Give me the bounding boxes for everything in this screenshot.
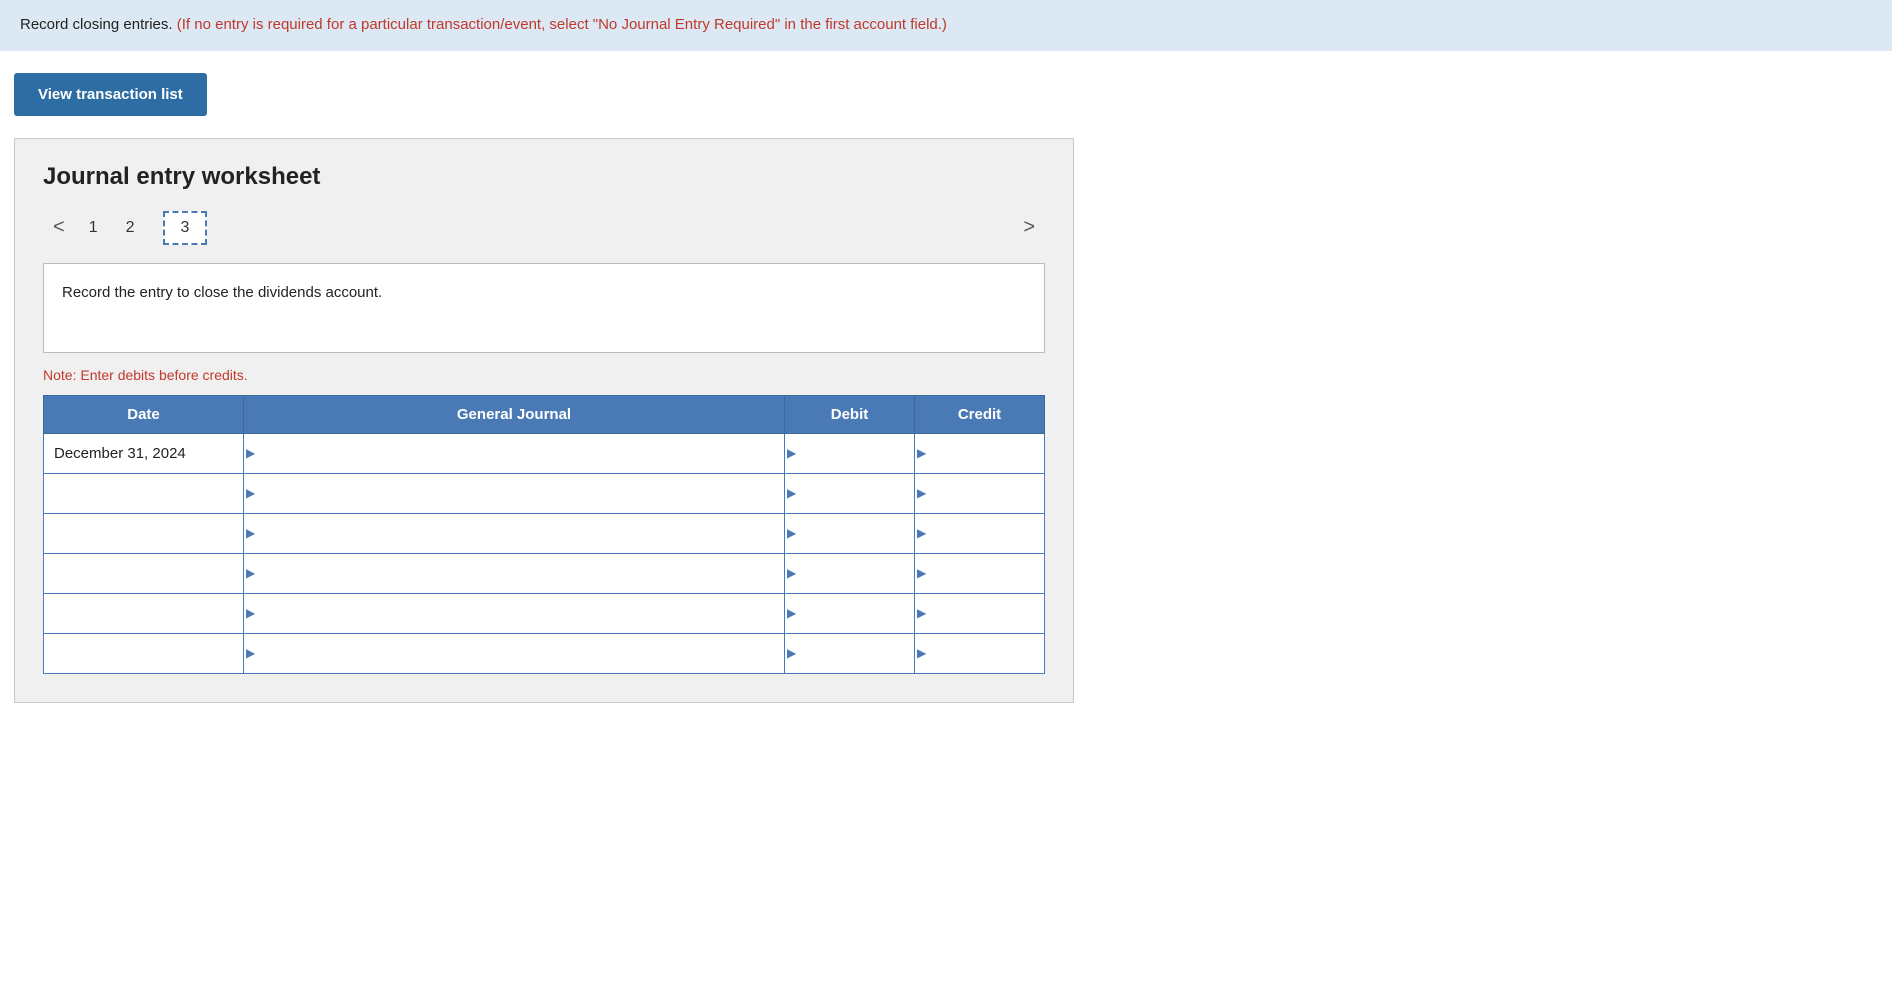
table-row: ▶▶▶ (44, 473, 1045, 513)
col-header-debit: Debit (785, 395, 915, 433)
general-journal-cell-3[interactable]: ▶ (244, 553, 785, 593)
credit-cell-5[interactable]: ▶ (915, 633, 1045, 673)
general-journal-input-1[interactable] (244, 474, 784, 513)
debit-cell-1[interactable]: ▶ (785, 473, 915, 513)
date-cell-3 (44, 553, 244, 593)
date-cell-4 (44, 593, 244, 633)
table-row: December 31, 2024▶▶▶ (44, 433, 1045, 473)
worksheet-title: Journal entry worksheet (43, 163, 1045, 191)
page-2[interactable]: 2 (126, 219, 135, 237)
nav-next-button[interactable]: > (1013, 212, 1045, 243)
general-journal-input-0[interactable] (244, 434, 784, 473)
debit-input-1[interactable] (785, 474, 914, 513)
debit-cell-0[interactable]: ▶ (785, 433, 915, 473)
credit-input-5[interactable] (915, 634, 1044, 673)
credit-cell-4[interactable]: ▶ (915, 593, 1045, 633)
credit-input-2[interactable] (915, 514, 1044, 553)
date-cell-2 (44, 513, 244, 553)
credit-input-1[interactable] (915, 474, 1044, 513)
general-journal-input-3[interactable] (244, 554, 784, 593)
description-text: Record the entry to close the dividends … (62, 284, 382, 301)
debit-cell-5[interactable]: ▶ (785, 633, 915, 673)
credit-cell-1[interactable]: ▶ (915, 473, 1045, 513)
general-journal-input-4[interactable] (244, 594, 784, 633)
instruction-text: Record closing entries. (20, 16, 173, 33)
debit-input-2[interactable] (785, 514, 914, 553)
general-journal-cell-4[interactable]: ▶ (244, 593, 785, 633)
worksheet-container: Journal entry worksheet < 1 2 3 > Record… (14, 138, 1074, 703)
debit-cell-3[interactable]: ▶ (785, 553, 915, 593)
description-box: Record the entry to close the dividends … (43, 263, 1045, 353)
date-cell-5 (44, 633, 244, 673)
general-journal-cell-2[interactable]: ▶ (244, 513, 785, 553)
date-cell-0: December 31, 2024 (44, 433, 244, 473)
credit-cell-0[interactable]: ▶ (915, 433, 1045, 473)
credit-cell-2[interactable]: ▶ (915, 513, 1045, 553)
col-header-credit: Credit (915, 395, 1045, 433)
col-header-general-journal: General Journal (244, 395, 785, 433)
table-row: ▶▶▶ (44, 593, 1045, 633)
page-navigation: < 1 2 3 > (43, 211, 1045, 245)
nav-prev-button[interactable]: < (43, 212, 75, 243)
general-journal-input-5[interactable] (244, 634, 784, 673)
debit-input-4[interactable] (785, 594, 914, 633)
table-row: ▶▶▶ (44, 553, 1045, 593)
table-row: ▶▶▶ (44, 633, 1045, 673)
note-text: Note: Enter debits before credits. (43, 367, 1045, 383)
credit-input-4[interactable] (915, 594, 1044, 633)
credit-cell-3[interactable]: ▶ (915, 553, 1045, 593)
debit-cell-4[interactable]: ▶ (785, 593, 915, 633)
journal-table: Date General Journal Debit Credit Decemb… (43, 395, 1045, 674)
instruction-bar: Record closing entries. (If no entry is … (0, 0, 1892, 51)
credit-input-0[interactable] (915, 434, 1044, 473)
general-journal-cell-5[interactable]: ▶ (244, 633, 785, 673)
table-row: ▶▶▶ (44, 513, 1045, 553)
date-cell-1 (44, 473, 244, 513)
page-1[interactable]: 1 (89, 219, 98, 237)
general-journal-cell-1[interactable]: ▶ (244, 473, 785, 513)
debit-cell-2[interactable]: ▶ (785, 513, 915, 553)
debit-input-0[interactable] (785, 434, 914, 473)
col-header-date: Date (44, 395, 244, 433)
debit-input-3[interactable] (785, 554, 914, 593)
general-journal-input-2[interactable] (244, 514, 784, 553)
instruction-red-text: (If no entry is required for a particula… (173, 16, 947, 33)
debit-input-5[interactable] (785, 634, 914, 673)
view-transaction-list-button[interactable]: View transaction list (14, 73, 207, 116)
general-journal-cell-0[interactable]: ▶ (244, 433, 785, 473)
page-3-active[interactable]: 3 (163, 211, 208, 245)
credit-input-3[interactable] (915, 554, 1044, 593)
